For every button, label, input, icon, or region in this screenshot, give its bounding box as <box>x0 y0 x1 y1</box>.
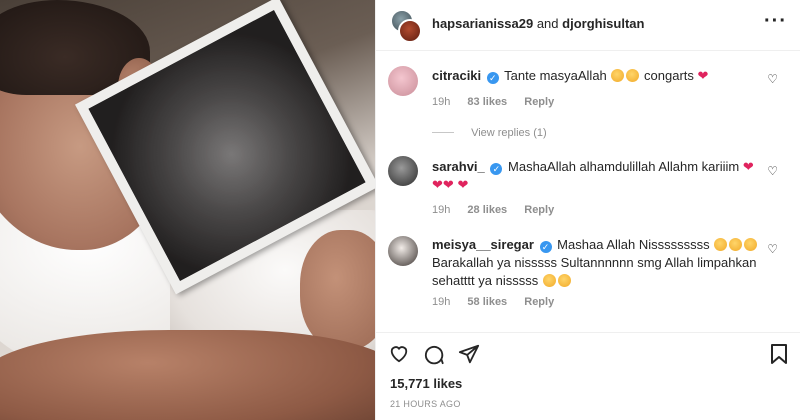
verified-badge-icon: ✓ <box>486 72 499 84</box>
red-heart-emoji-icon: ❤ <box>432 177 443 192</box>
red-heart-emoji-icon: ❤ <box>442 177 454 192</box>
red-heart-emoji-icon: ❤ <box>697 68 709 83</box>
comment-likes[interactable]: 28 likes <box>467 204 507 216</box>
star-eyes-emoji-icon <box>729 238 743 251</box>
star-eyes-emoji-icon <box>744 238 758 251</box>
like-icon[interactable] <box>388 343 410 367</box>
star-eyes-emoji-icon <box>714 238 728 251</box>
comment-text: sarahvi_ ✓ MashaAllah alhamdulillah Alla… <box>432 158 762 194</box>
comment-likes[interactable]: 58 likes <box>467 296 507 308</box>
emoji-face-icon <box>557 274 571 287</box>
comment-body: Mashaa Allah Nisssssssss <box>557 237 710 252</box>
comment-meta: 19h 58 likes Reply <box>432 296 568 308</box>
comment-username[interactable]: meisya__siregar <box>432 237 534 252</box>
comment-body-line3: sehatttt ya nisssss <box>432 273 539 288</box>
comment-meta: 19h 28 likes Reply <box>432 204 568 216</box>
likes-count[interactable]: 15,771 likes <box>390 376 462 391</box>
star-eyes-emoji-icon <box>626 69 640 82</box>
post-header: hapsarianissa29 and djorghisultan ··· <box>376 0 800 51</box>
bookmark-icon[interactable] <box>770 343 788 369</box>
red-heart-emoji-icon: ❤ <box>742 159 754 174</box>
avatar[interactable] <box>388 66 418 96</box>
author-username[interactable]: hapsarianissa29 <box>432 16 533 31</box>
verified-badge-icon: ✓ <box>490 163 503 175</box>
avatar[interactable] <box>398 19 422 43</box>
view-replies[interactable]: View replies (1) <box>432 127 547 139</box>
share-icon[interactable] <box>458 343 480 369</box>
red-heart-emoji-icon: ❤ <box>457 177 469 192</box>
comment-body-end: congarts <box>644 68 694 83</box>
comment-body: Tante masyaAllah <box>504 68 607 83</box>
comment-text: citraciki ✓ Tante masyaAllah congarts ❤ <box>432 67 762 85</box>
comment-icon[interactable] <box>423 343 445 369</box>
comment-username[interactable]: citraciki <box>432 68 481 83</box>
avatar[interactable] <box>388 236 418 266</box>
emoji-face-icon <box>542 274 556 287</box>
comment-likes[interactable]: 83 likes <box>467 96 507 108</box>
reply-button[interactable]: Reply <box>524 296 554 308</box>
instagram-post: hapsarianissa29 and djorghisultan ··· ci… <box>0 0 800 420</box>
comment-time: 19h <box>432 96 451 108</box>
like-heart-icon[interactable]: ♡ <box>767 242 778 256</box>
comment-body: MashaAllah alhamdulillah Allahm kariiim <box>508 159 740 174</box>
like-heart-icon[interactable]: ♡ <box>767 72 778 86</box>
reply-button[interactable]: Reply <box>524 96 554 108</box>
comment-text: meisya__siregar ✓ Mashaa Allah Nisssssss… <box>432 236 762 290</box>
verified-badge-icon: ✓ <box>539 241 552 253</box>
star-eyes-emoji-icon <box>611 69 625 82</box>
post-authors: hapsarianissa29 and djorghisultan <box>432 16 644 31</box>
post-timestamp: 21 HOURS AGO <box>390 399 461 409</box>
comment-time: 19h <box>432 296 451 308</box>
photo-hand <box>300 230 375 350</box>
comment-username[interactable]: sarahvi_ <box>432 159 485 174</box>
comment-time: 19h <box>432 204 451 216</box>
post-actions <box>376 332 800 373</box>
reply-button[interactable]: Reply <box>524 204 554 216</box>
more-horizontal-icon[interactable]: ··· <box>764 10 787 33</box>
like-heart-icon[interactable]: ♡ <box>767 164 778 178</box>
photo-arm <box>0 330 375 420</box>
replies-divider <box>432 132 454 133</box>
post-panel: hapsarianissa29 and djorghisultan ··· ci… <box>375 0 800 420</box>
avatar[interactable] <box>388 156 418 186</box>
comment-body-line2: Barakallah ya nisssss Sultannnnnn smg Al… <box>432 255 757 270</box>
coauthor-username[interactable]: djorghisultan <box>562 16 644 31</box>
post-photo[interactable] <box>0 0 375 420</box>
author-joiner: and <box>536 16 559 31</box>
comment-meta: 19h 83 likes Reply <box>432 96 568 108</box>
view-replies-label[interactable]: View replies (1) <box>471 127 547 139</box>
